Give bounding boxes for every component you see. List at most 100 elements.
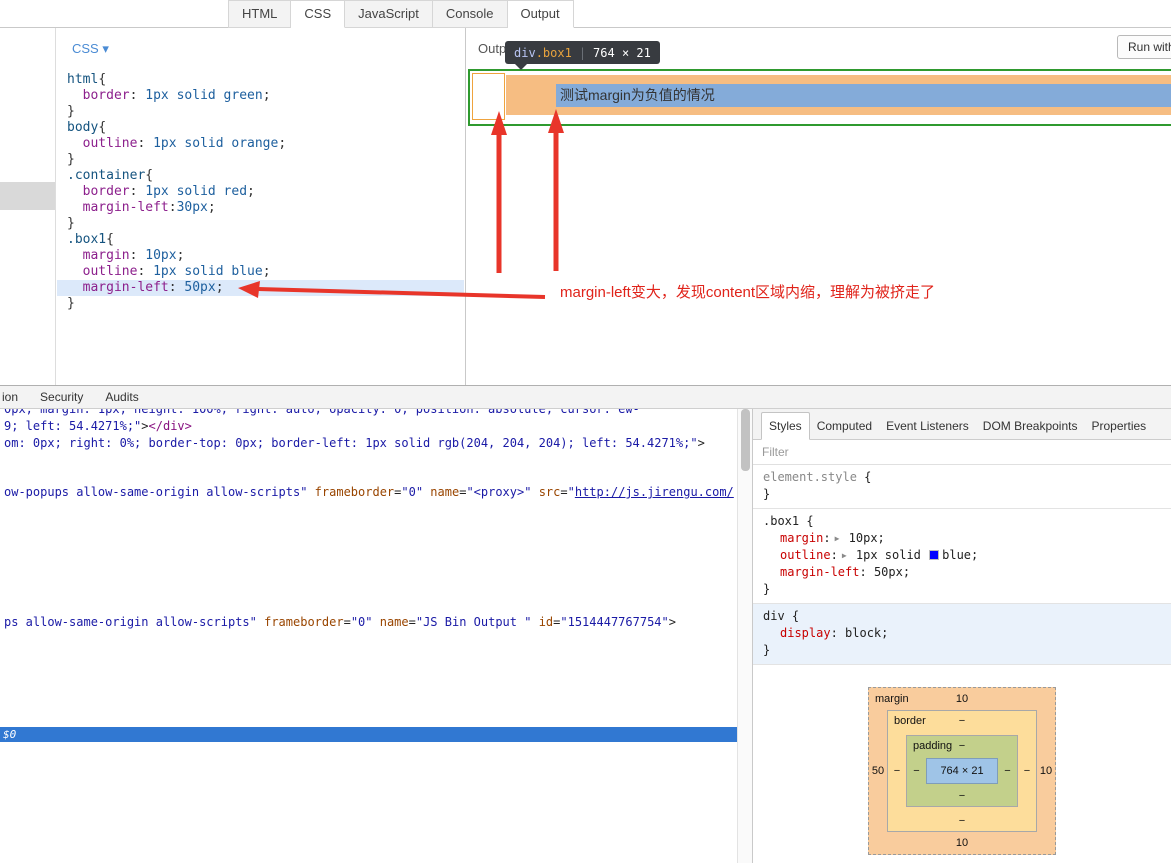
syntax-segment: 30px	[176, 200, 208, 215]
tab-html[interactable]: HTML	[228, 0, 292, 28]
devtools-tab-ion[interactable]: ion	[2, 386, 18, 408]
css-code-line[interactable]: .box1{	[57, 232, 464, 248]
css-panel-menu[interactable]: CSS ▾	[72, 41, 109, 57]
devtools-tab-audits[interactable]: Audits	[105, 386, 138, 408]
rule-selector: .box1	[763, 514, 800, 528]
css-code-line[interactable]: margin: 10px;	[57, 248, 464, 264]
style-property[interactable]: margin-left: 50px;	[763, 564, 1161, 581]
metric-value[interactable]: −	[959, 790, 965, 802]
styles-tabs: Styles Computed Event Listeners DOM Breakpo…	[753, 409, 1171, 440]
color-swatch[interactable]	[929, 550, 940, 560]
metric-value[interactable]: 50	[869, 765, 887, 777]
padding-box: padding − − 764 × 21 − −	[906, 735, 1018, 807]
dom-text-segment: id	[538, 615, 554, 629]
css-code-line[interactable]: .container{	[57, 168, 464, 184]
metric-value[interactable]: −	[1018, 765, 1036, 777]
dom-text-segment: >	[141, 419, 149, 433]
syntax-segment: ;	[215, 280, 224, 295]
run-with-js-button[interactable]: Run with JS	[1117, 35, 1171, 59]
metric-value[interactable]: −	[959, 715, 965, 727]
iframe-src-link[interactable]: http://js.jirengu.com/	[575, 485, 734, 499]
expand-arrow-icon[interactable]: ▶	[842, 551, 847, 560]
dom-text-segment: "0"	[350, 615, 380, 629]
metric-value[interactable]: 10	[1037, 765, 1055, 777]
inspect-content-overlay: 测试margin为负值的情况	[556, 84, 1171, 107]
elements-dom-line[interactable]: ps allow-same-origin allow-scripts" fram…	[4, 615, 676, 629]
metric-value[interactable]: −	[959, 740, 965, 752]
styles-panel: Styles Computed Event Listeners DOM Breakpo…	[752, 409, 1171, 863]
syntax-segment	[67, 248, 83, 263]
css-code-line[interactable]: outline: 1px solid orange;	[57, 136, 464, 152]
property-value: block;	[837, 626, 889, 640]
css-code-line[interactable]: outline: 1px solid blue;	[57, 264, 464, 280]
tab-output[interactable]: Output	[507, 0, 574, 28]
metric-value[interactable]: −	[907, 765, 926, 777]
css-code-line[interactable]: border: 1px solid red;	[57, 184, 464, 200]
tab-properties[interactable]: Properties	[1084, 413, 1153, 439]
syntax-segment: ;	[278, 136, 287, 151]
css-code-line[interactable]: margin-left:30px;	[57, 200, 464, 216]
tooltip-class: .box1	[535, 45, 572, 60]
selected-element-row[interactable]: $0	[0, 727, 737, 742]
tab-css[interactable]: CSS	[291, 0, 346, 28]
output-html-border-box: 测试margin为负值的情况	[468, 69, 1171, 126]
css-code-line[interactable]: }	[57, 296, 464, 312]
dom-text-segment: "	[567, 485, 575, 499]
expand-arrow-icon[interactable]: ▶	[835, 534, 840, 543]
tab-dom-breakpoints[interactable]: DOM Breakpoints	[976, 413, 1085, 439]
gutter-handle[interactable]	[0, 182, 55, 210]
tab-javascript[interactable]: JavaScript	[345, 0, 433, 28]
elements-dom-line[interactable]: ow-popups allow-same-origin allow-script…	[4, 485, 734, 499]
tab-styles[interactable]: Styles	[761, 412, 810, 440]
css-code-line[interactable]: body{	[57, 120, 464, 136]
margin-label: margin	[875, 693, 909, 705]
dom-text-segment: 9; left: 54.4271%;"	[4, 419, 142, 433]
css-code-line[interactable]: border: 1px solid green;	[57, 88, 464, 104]
dom-text-segment: name	[379, 615, 409, 629]
dom-text-segment: "JS Bin Output "	[415, 615, 539, 629]
metric-value[interactable]: 10	[956, 837, 968, 849]
elements-dom-line[interactable]: 9; left: 54.4271%;"></div>	[4, 419, 192, 433]
scrollbar-thumb[interactable]	[741, 409, 750, 471]
dom-text-segment: =	[560, 485, 568, 499]
syntax-segment: outline	[82, 136, 138, 151]
style-property[interactable]: outline: ▶ 1px solid blue;	[763, 547, 1161, 564]
css-code-line[interactable]: }	[57, 216, 464, 232]
padding-label: padding	[913, 740, 953, 752]
box-model-diagram: margin 10 50 border − − padding − − 764 × 2…	[753, 687, 1171, 855]
syntax-segment: 10px	[145, 248, 177, 263]
tooltip-element: div.box1	[514, 46, 572, 60]
metric-value[interactable]: −	[888, 765, 906, 777]
style-property[interactable]: margin: ▶ 10px;	[763, 530, 1161, 547]
css-code-line[interactable]: margin-left: 50px;	[57, 280, 464, 296]
styles-rules: element.style {} .box1 {margin: ▶ 10px; out…	[753, 465, 1171, 665]
css-code[interactable]: html{ border: 1px solid green;} body{ out…	[57, 72, 464, 312]
elements-dom-line[interactable]: 0px; margin: 1px; height: 100%; right: a…	[4, 409, 640, 416]
inspect-margin-overlay: 测试margin为负值的情况	[506, 75, 1171, 115]
css-code-line[interactable]: }	[57, 104, 464, 120]
metric-value[interactable]: −	[959, 815, 965, 827]
syntax-segment: :	[129, 184, 146, 199]
style-property[interactable]: display: block;	[763, 625, 1161, 642]
content-size[interactable]: 764 × 21	[940, 765, 983, 777]
output-panel: Output Run with JS 测试margin为负值的情况 div.bo…	[467, 28, 1171, 385]
elements-panel: 0px; margin: 1px; height: 100%; right: a…	[0, 409, 737, 863]
tab-console[interactable]: Console	[432, 0, 508, 28]
syntax-segment: ;	[262, 264, 271, 279]
css-code-line[interactable]: }	[57, 152, 464, 168]
dom-text-segment: ow-popups allow-same-origin allow-script…	[4, 485, 315, 499]
devtools-tab-security[interactable]: Security	[40, 386, 83, 408]
syntax-segment: ;	[176, 248, 185, 263]
tab-event-listeners[interactable]: Event Listeners	[879, 413, 976, 439]
elements-scrollbar[interactable]	[737, 409, 752, 863]
metric-value[interactable]: 10	[956, 693, 968, 705]
css-code-line[interactable]: html{	[57, 72, 464, 88]
margin-box: margin 10 50 border − − padding − − 764 × 2…	[868, 687, 1056, 855]
css-panel-label: CSS	[72, 41, 99, 56]
dom-text-segment: =	[408, 615, 416, 629]
styles-filter[interactable]: Filter	[753, 440, 1171, 465]
elements-dom-line[interactable]: om: 0px; right: 0%; border-top: 0px; bor…	[4, 436, 705, 450]
property-value: 10px;	[841, 531, 885, 545]
tab-computed[interactable]: Computed	[810, 413, 879, 439]
metric-value[interactable]: −	[998, 765, 1017, 777]
